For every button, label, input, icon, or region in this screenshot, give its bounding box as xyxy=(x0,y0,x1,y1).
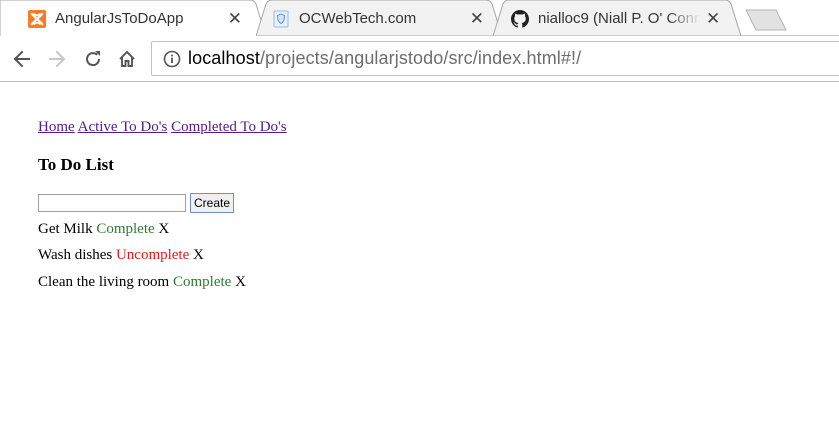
tab-title: AngularJsToDoApp xyxy=(55,10,184,27)
close-tab-icon[interactable]: ✕ xyxy=(470,10,484,27)
home-link[interactable]: Home xyxy=(38,119,75,135)
nav-links: Home Active To Do's Completed To Do's xyxy=(38,119,287,136)
close-tab-icon[interactable]: ✕ xyxy=(706,10,720,27)
tab-angularjstodoapp[interactable]: AngularJsToDoApp ✕ xyxy=(0,0,268,37)
browser-toolbar: localhost/projects/angularjstodo/src/ind… xyxy=(0,36,839,82)
todo-item: Wash dishes Uncomplete X xyxy=(38,247,204,264)
todo-item: Get Milk Complete X xyxy=(38,221,169,238)
todo-input[interactable] xyxy=(38,194,186,212)
back-arrow-icon xyxy=(13,50,30,68)
create-button[interactable]: Create xyxy=(190,193,235,213)
forward-button[interactable] xyxy=(43,45,71,73)
toggle-status-button[interactable]: Uncomplete xyxy=(116,247,189,263)
add-todo-form: Create xyxy=(38,193,235,213)
toggle-status-button[interactable]: Complete xyxy=(96,221,154,237)
shield-page-icon xyxy=(272,10,290,28)
todo-text: Clean the living room xyxy=(38,274,170,290)
xampp-icon xyxy=(28,9,46,28)
url-text: localhost/projects/angularjstodo/src/ind… xyxy=(188,48,581,69)
github-icon xyxy=(511,9,529,28)
address-bar[interactable]: localhost/projects/angularjstodo/src/ind… xyxy=(151,41,839,76)
reload-button[interactable] xyxy=(79,45,107,73)
info-icon[interactable] xyxy=(156,50,188,68)
active-todos-link[interactable]: Active To Do's xyxy=(78,119,168,135)
tab-github-nialloc9[interactable]: nialloc9 (Niall P. O' Conno ✕ xyxy=(493,0,751,37)
todo-item: Clean the living room Complete X xyxy=(38,274,246,291)
tab-ocwebtech[interactable]: OCWebTech.com ✕ xyxy=(256,0,502,37)
toggle-status-button[interactable]: Complete xyxy=(173,274,231,290)
tab-title: OCWebTech.com xyxy=(299,10,417,27)
new-tab-button[interactable] xyxy=(745,9,787,31)
tab-title: nialloc9 (Niall P. O' Conno xyxy=(538,10,700,27)
remove-todo-button[interactable]: X xyxy=(158,221,169,237)
back-button[interactable] xyxy=(8,45,36,73)
url-host: localhost xyxy=(188,48,260,68)
todo-text: Get Milk xyxy=(38,221,93,237)
forward-arrow-icon xyxy=(49,50,66,68)
home-button[interactable] xyxy=(113,45,141,73)
remove-todo-button[interactable]: X xyxy=(235,274,246,290)
home-icon xyxy=(119,50,135,67)
url-path: /projects/angularjstodo/src/index.html#!… xyxy=(259,48,582,68)
tab-strip: AngularJsToDoApp ✕ OCWebTech.com ✕ niall… xyxy=(0,0,839,37)
remove-todo-button[interactable]: X xyxy=(193,247,204,263)
page-title: To Do List xyxy=(38,155,114,174)
page-content: Home Active To Do's Completed To Do's To… xyxy=(0,83,839,425)
completed-todos-link[interactable]: Completed To Do's xyxy=(171,119,287,135)
reload-icon xyxy=(86,51,101,67)
close-tab-icon[interactable]: ✕ xyxy=(228,10,242,27)
todo-text: Wash dishes xyxy=(38,247,113,263)
